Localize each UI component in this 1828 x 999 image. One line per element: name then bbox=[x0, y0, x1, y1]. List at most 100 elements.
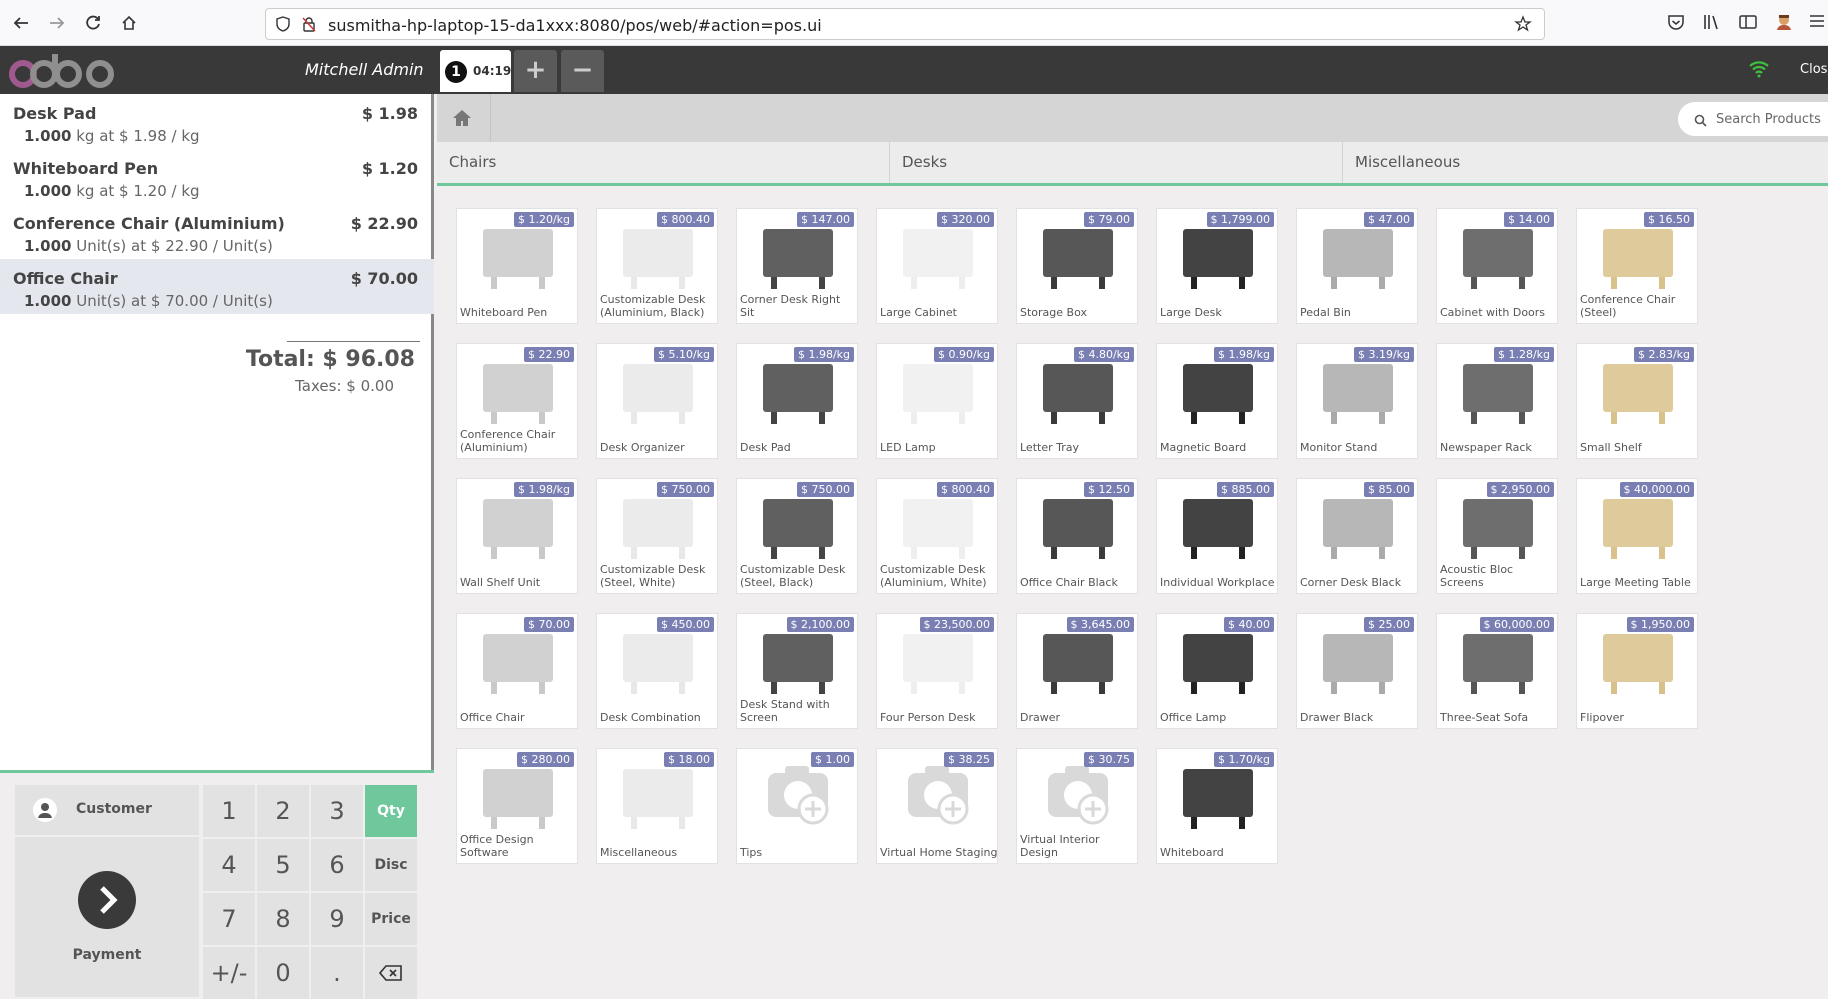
product-card[interactable]: $ 5.10/kg Desk Organizer bbox=[596, 343, 718, 459]
product-name: Office Chair Black bbox=[1020, 576, 1118, 589]
home-icon[interactable] bbox=[116, 10, 142, 36]
product-card[interactable]: $ 23,500.00 Four Person Desk bbox=[876, 613, 998, 729]
qty-mode-button[interactable]: Qty bbox=[365, 785, 417, 837]
order-line-detail: 1.000 Unit(s) at $ 70.00 / Unit(s) bbox=[24, 292, 273, 310]
product-card[interactable]: $ 16.50 Conference Chair (Steel) bbox=[1576, 208, 1698, 324]
cashier-name[interactable]: Mitchell Admin bbox=[305, 60, 424, 79]
product-card[interactable]: $ 60,000.00 Three-Seat Sofa bbox=[1436, 613, 1558, 729]
product-price: $ 750.00 bbox=[657, 482, 714, 497]
product-card[interactable]: $ 0.90/kg LED Lamp bbox=[876, 343, 998, 459]
product-name: Office Design Software bbox=[460, 833, 534, 859]
product-card[interactable]: $ 1,799.00 Large Desk bbox=[1156, 208, 1278, 324]
back-icon[interactable] bbox=[8, 10, 34, 36]
numpad-key-plus-minus[interactable]: +/- bbox=[203, 947, 255, 999]
disc-mode-button[interactable]: Disc bbox=[365, 839, 417, 891]
product-name: Drawer bbox=[1020, 711, 1061, 724]
url-bar[interactable]: susmitha-hp-laptop-15-da1xxx:8080/pos/we… bbox=[265, 8, 1545, 40]
order-line[interactable]: Conference Chair (Aluminium) $ 22.90 1.0… bbox=[0, 204, 434, 259]
order-tab[interactable]: 1 04:19 bbox=[440, 50, 511, 92]
add-order-button[interactable]: + bbox=[514, 50, 557, 92]
product-card[interactable]: $ 800.40 Customizable Desk (Aluminium, Bl… bbox=[596, 208, 718, 324]
product-price: $ 60,000.00 bbox=[1479, 617, 1554, 632]
remove-order-button[interactable]: − bbox=[561, 50, 604, 92]
close-button[interactable]: Close bbox=[1800, 62, 1828, 77]
numpad-key-8[interactable]: 8 bbox=[257, 893, 309, 945]
customer-button[interactable]: Customer bbox=[15, 785, 199, 835]
product-card[interactable]: $ 1.70/kg Whiteboard bbox=[1156, 748, 1278, 864]
product-card[interactable]: $ 2,100.00 Desk Stand with Screen bbox=[736, 613, 858, 729]
product-card[interactable]: $ 280.00 Office Design Software bbox=[456, 748, 578, 864]
payment-button[interactable]: Payment bbox=[15, 837, 199, 997]
forward-icon[interactable] bbox=[44, 10, 70, 36]
product-card[interactable]: $ 40.00 Office Lamp bbox=[1156, 613, 1278, 729]
product-card[interactable]: $ 70.00 Office Chair bbox=[456, 613, 578, 729]
numpad-key-dot[interactable]: . bbox=[311, 947, 363, 999]
product-card[interactable]: $ 2.83/kg Small Shelf bbox=[1576, 343, 1698, 459]
product-card[interactable]: $ 885.00 Individual Workplace bbox=[1156, 478, 1278, 594]
product-card[interactable]: $ 30.75 Virtual Interior Design bbox=[1016, 748, 1138, 864]
product-card[interactable]: $ 25.00 Drawer Black bbox=[1296, 613, 1418, 729]
library-icon[interactable] bbox=[1702, 12, 1722, 36]
order-line-qty: 1.000 bbox=[24, 237, 72, 255]
lock-icon[interactable] bbox=[300, 15, 318, 37]
numpad-key-7[interactable]: 7 bbox=[203, 893, 255, 945]
product-card[interactable]: $ 1.28/kg Newspaper Rack bbox=[1436, 343, 1558, 459]
product-card[interactable]: $ 750.00 Customizable Desk (Steel, Black) bbox=[736, 478, 858, 594]
order-line[interactable]: Desk Pad $ 1.98 1.000 kg at $ 1.98 / kg bbox=[0, 94, 434, 149]
order-line-price: $ 1.20 bbox=[361, 159, 418, 178]
numpad-key-2[interactable]: 2 bbox=[257, 785, 309, 837]
numpad-key-6[interactable]: 6 bbox=[311, 839, 363, 891]
product-card[interactable]: $ 1,950.00 Flipover bbox=[1576, 613, 1698, 729]
product-card[interactable]: $ 79.00 Storage Box bbox=[1016, 208, 1138, 324]
product-card[interactable]: $ 85.00 Corner Desk Black bbox=[1296, 478, 1418, 594]
numpad-key-3[interactable]: 3 bbox=[311, 785, 363, 837]
pocket-icon[interactable] bbox=[1666, 12, 1686, 36]
numpad-key-4[interactable]: 4 bbox=[203, 839, 255, 891]
search-products-box[interactable]: Search Products bbox=[1678, 102, 1828, 136]
product-card[interactable]: $ 47.00 Pedal Bin bbox=[1296, 208, 1418, 324]
category-desks[interactable]: Desks bbox=[890, 142, 1343, 183]
product-card[interactable]: $ 12.50 Office Chair Black bbox=[1016, 478, 1138, 594]
numpad-key-5[interactable]: 5 bbox=[257, 839, 309, 891]
order-line-qty: 1.000 bbox=[24, 292, 72, 310]
price-mode-button[interactable]: Price bbox=[365, 893, 417, 945]
product-price: $ 1.98/kg bbox=[513, 482, 574, 497]
product-card[interactable]: $ 1.98/kg Magnetic Board bbox=[1156, 343, 1278, 459]
numpad-key-1[interactable]: 1 bbox=[203, 785, 255, 837]
product-card[interactable]: $ 3,645.00 Drawer bbox=[1016, 613, 1138, 729]
product-card[interactable]: $ 4.80/kg Letter Tray bbox=[1016, 343, 1138, 459]
reload-icon[interactable] bbox=[80, 10, 106, 36]
product-card[interactable]: $ 450.00 Desk Combination bbox=[596, 613, 718, 729]
product-card[interactable]: $ 147.00 Corner Desk Right Sit bbox=[736, 208, 858, 324]
product-card[interactable]: $ 3.19/kg Monitor Stand bbox=[1296, 343, 1418, 459]
product-price: $ 47.00 bbox=[1364, 212, 1414, 227]
product-card[interactable]: $ 40,000.00 Large Meeting Table bbox=[1576, 478, 1698, 594]
product-card[interactable]: $ 320.00 Large Cabinet bbox=[876, 208, 998, 324]
order-line[interactable]: Whiteboard Pen $ 1.20 1.000 kg at $ 1.20… bbox=[0, 149, 434, 204]
product-card[interactable]: $ 14.00 Cabinet with Doors bbox=[1436, 208, 1558, 324]
numpad-key-0[interactable]: 0 bbox=[257, 947, 309, 999]
category-home-icon[interactable] bbox=[437, 94, 491, 142]
menu-icon[interactable] bbox=[1808, 12, 1826, 34]
product-card[interactable]: $ 22.90 Conference Chair (Aluminium) bbox=[456, 343, 578, 459]
product-card[interactable]: $ 1.98/kg Desk Pad bbox=[736, 343, 858, 459]
product-card[interactable]: $ 1.00 Tips bbox=[736, 748, 858, 864]
category-miscellaneous[interactable]: Miscellaneous bbox=[1343, 142, 1828, 183]
category-chairs[interactable]: Chairs bbox=[437, 142, 890, 183]
product-card[interactable]: $ 2,950.00 Acoustic Bloc Screens bbox=[1436, 478, 1558, 594]
product-card[interactable]: $ 800.40 Customizable Desk (Aluminium, Wh… bbox=[876, 478, 998, 594]
product-card[interactable]: $ 750.00 Customizable Desk (Steel, White) bbox=[596, 478, 718, 594]
bookmark-star-icon[interactable] bbox=[1514, 15, 1532, 37]
sidebar-icon[interactable] bbox=[1738, 12, 1758, 36]
shield-icon[interactable] bbox=[274, 15, 292, 37]
numpad-key-9[interactable]: 9 bbox=[311, 893, 363, 945]
product-card[interactable]: $ 38.25 Virtual Home Staging bbox=[876, 748, 998, 864]
order-line-selected[interactable]: Office Chair $ 70.00 1.000 Unit(s) at $ … bbox=[0, 259, 434, 314]
account-avatar-icon[interactable] bbox=[1774, 12, 1794, 36]
product-card[interactable]: $ 1.98/kg Wall Shelf Unit bbox=[456, 478, 578, 594]
product-card[interactable]: $ 18.00 Miscellaneous bbox=[596, 748, 718, 864]
wifi-icon[interactable] bbox=[1748, 60, 1770, 82]
search-input[interactable]: Search Products bbox=[1716, 112, 1821, 127]
product-card[interactable]: $ 1.20/kg Whiteboard Pen bbox=[456, 208, 578, 324]
backspace-icon[interactable] bbox=[365, 947, 417, 999]
